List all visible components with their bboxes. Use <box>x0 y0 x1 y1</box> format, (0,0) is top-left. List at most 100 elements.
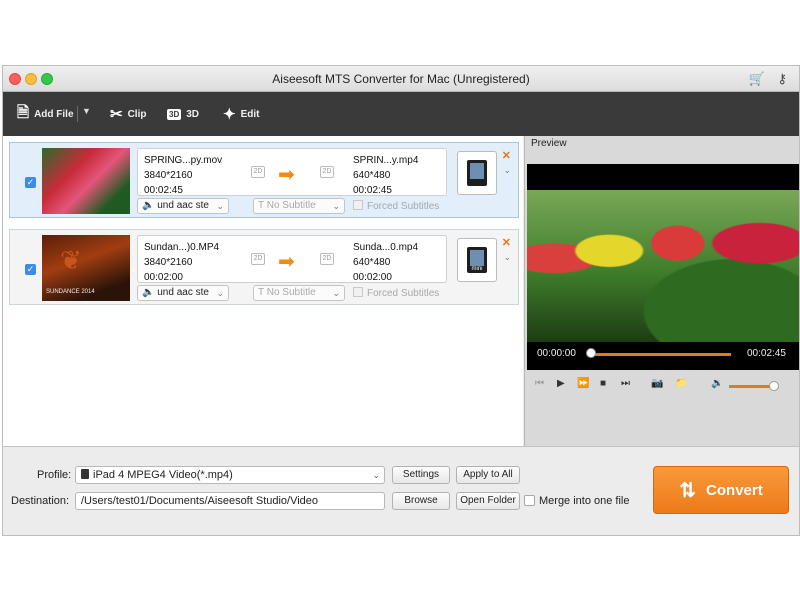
chevron-down-icon: ⌄ <box>332 288 340 298</box>
thumbnail-caption: SUNDANCE 2014 <box>46 289 95 295</box>
skip-back-icon[interactable]: ⏮ <box>535 378 544 389</box>
volume-icon[interactable]: 🔉 <box>711 378 723 389</box>
source-resolution: 3840*2160 <box>144 170 193 181</box>
subtitle-value: No Subtitle <box>266 200 316 211</box>
snapshot-camera-icon[interactable]: 📷 <box>651 378 663 389</box>
leaf-icon: ❦ <box>60 245 82 275</box>
source-name: SPRING...py.mov <box>144 155 223 166</box>
key-icon[interactable]: ⚷ <box>777 71 787 87</box>
volume-handle[interactable] <box>769 381 779 391</box>
ipad-mini-icon: mini <box>467 247 487 273</box>
app-window: Aiseesoft MTS Converter for Mac (Unregis… <box>2 65 800 536</box>
play-icon[interactable]: ▶ <box>557 378 565 389</box>
output-name: SPRIN...y.mp4 <box>353 155 419 166</box>
browse-button[interactable]: Browse <box>392 492 450 510</box>
video-thumbnail: ❦ SUNDANCE 2014 <box>42 235 130 301</box>
subtitle-select[interactable]: T No Subtitle ⌄ <box>253 285 345 301</box>
skip-forward-icon[interactable]: ⏭ <box>621 378 630 389</box>
output-device-button[interactable] <box>457 151 497 195</box>
audio-track-select[interactable]: 🔈 und aac ste ⌄ <box>137 285 229 301</box>
speaker-icon: 🔈 <box>142 287 155 298</box>
source-name: Sundan...)0.MP4 <box>144 242 220 253</box>
file-info: SPRING...py.mov 3840*2160 00:02:45 2D ➡ … <box>137 148 447 196</box>
source-2d-badge: 2D <box>251 253 265 265</box>
source-duration: 00:02:45 <box>144 185 183 196</box>
audio-track-value: und aac ste <box>157 200 209 211</box>
output-duration: 00:02:45 <box>353 185 392 196</box>
merge-checkbox[interactable]: Merge into one file <box>524 495 630 507</box>
subtitle-select[interactable]: T No Subtitle ⌄ <box>253 198 345 214</box>
add-file-button[interactable]: 🗎 Add File <box>17 92 74 136</box>
profile-label: Profile: <box>37 469 72 481</box>
apply-to-all-button[interactable]: Apply to All <box>456 466 520 484</box>
file-checkbox[interactable]: ✓ <box>25 264 36 275</box>
preview-panel: Preview 00:00:00 00:02:45 ⏮ ▶ ⏩ ■ ⏭ 📷 📁 … <box>524 136 799 446</box>
file-row[interactable]: ✓ SPRING...py.mov 3840*2160 00:02:45 2D … <box>9 142 519 218</box>
clip-label: Clip <box>127 108 147 120</box>
title-bar: Aiseesoft MTS Converter for Mac (Unregis… <box>3 66 799 92</box>
cart-icon[interactable]: 🛒 <box>749 71 765 87</box>
video-frame <box>527 190 799 342</box>
source-info: Sundan...)0.MP4 3840*2160 00:02:00 <box>144 240 219 285</box>
expand-chevron-icon[interactable]: ⌄ <box>503 252 511 263</box>
output-duration: 00:02:00 <box>353 272 392 283</box>
add-file-dropdown[interactable]: ▼ <box>77 106 91 122</box>
output-resolution: 640*480 <box>353 170 391 181</box>
seek-handle[interactable] <box>586 348 596 358</box>
output-settings-bar: Profile: iPad 4 MPEG4 Video(*.mp4) ⌄ Set… <box>3 446 799 535</box>
destination-label: Destination: <box>11 495 70 507</box>
source-2d-badge: 2D <box>251 166 265 178</box>
add-file-icon: 🗎 <box>17 103 30 121</box>
remove-file-icon[interactable]: ✕ <box>502 236 511 249</box>
edit-button[interactable]: ✦ Edit <box>223 92 259 136</box>
destination-input[interactable]: /Users/test01/Documents/Aiseesoft Studio… <box>75 492 385 510</box>
edit-label: Edit <box>240 108 260 120</box>
file-list: ✓ SPRING...py.mov 3840*2160 00:02:45 2D … <box>3 136 523 446</box>
seek-bar[interactable] <box>591 353 731 356</box>
file-row[interactable]: ✓ ❦ SUNDANCE 2014 Sundan...)0.MP4 3840*2… <box>9 229 519 305</box>
video-player[interactable]: 00:00:00 00:02:45 <box>527 164 799 370</box>
file-info: Sundan...)0.MP4 3840*2160 00:02:00 2D ➡ … <box>137 235 447 283</box>
forced-subtitles-checkbox[interactable]: Forced Subtitles <box>353 287 439 299</box>
window-title: Aiseesoft MTS Converter for Mac (Unregis… <box>272 72 530 86</box>
3d-label: 3D <box>186 108 200 120</box>
toolbar: 🗎 Add File ▼ ✂ Clip 3D 3D ✦ Edit <box>3 92 799 136</box>
profile-select[interactable]: iPad 4 MPEG4 Video(*.mp4) ⌄ <box>75 466 385 484</box>
convert-arrows-icon: ⇅ <box>679 479 697 502</box>
chevron-down-icon: ⌄ <box>216 201 224 211</box>
arrow-right-icon: ➡ <box>278 164 295 186</box>
volume-slider[interactable] <box>729 385 774 388</box>
settings-button[interactable]: Settings <box>392 466 450 484</box>
scissors-icon: ✂ <box>110 106 123 123</box>
clip-button[interactable]: ✂ Clip <box>110 92 146 136</box>
forced-subtitles-label: Forced Subtitles <box>367 201 440 212</box>
open-folder-button[interactable]: Open Folder <box>456 492 520 510</box>
chevron-down-icon: ⌄ <box>332 201 340 211</box>
forced-subtitles-checkbox[interactable]: Forced Subtitles <box>353 200 439 212</box>
stop-icon[interactable]: ■ <box>600 378 606 389</box>
file-checkbox[interactable]: ✓ <box>25 177 36 188</box>
ipad-icon <box>81 469 89 479</box>
remove-file-icon[interactable]: ✕ <box>502 149 511 162</box>
source-resolution: 3840*2160 <box>144 257 193 268</box>
convert-button[interactable]: ⇅ Convert <box>653 466 789 514</box>
audio-track-select[interactable]: 🔈 und aac ste ⌄ <box>137 198 229 214</box>
folder-icon[interactable]: 📁 <box>675 378 687 389</box>
output-2d-badge: 2D <box>320 166 334 178</box>
fast-forward-icon[interactable]: ⏩ <box>577 378 589 389</box>
video-thumbnail <box>42 148 130 214</box>
output-device-button[interactable]: mini <box>457 238 497 282</box>
text-icon: T <box>258 200 264 211</box>
3d-button[interactable]: 3D 3D <box>167 92 199 136</box>
preview-label: Preview <box>531 138 567 149</box>
text-icon: T <box>258 287 264 298</box>
convert-label: Convert <box>706 481 763 499</box>
sparkle-icon: ✦ <box>223 106 236 123</box>
forced-subtitles-label: Forced Subtitles <box>367 288 440 299</box>
arrow-right-icon: ➡ <box>278 251 295 273</box>
3d-icon: 3D <box>167 108 182 120</box>
total-time: 00:02:45 <box>747 348 786 359</box>
playback-controls: ⏮ ▶ ⏩ ■ ⏭ 📷 📁 🔉 <box>525 374 799 398</box>
chevron-down-icon: ⌄ <box>216 288 224 298</box>
expand-chevron-icon[interactable]: ⌄ <box>503 165 511 176</box>
